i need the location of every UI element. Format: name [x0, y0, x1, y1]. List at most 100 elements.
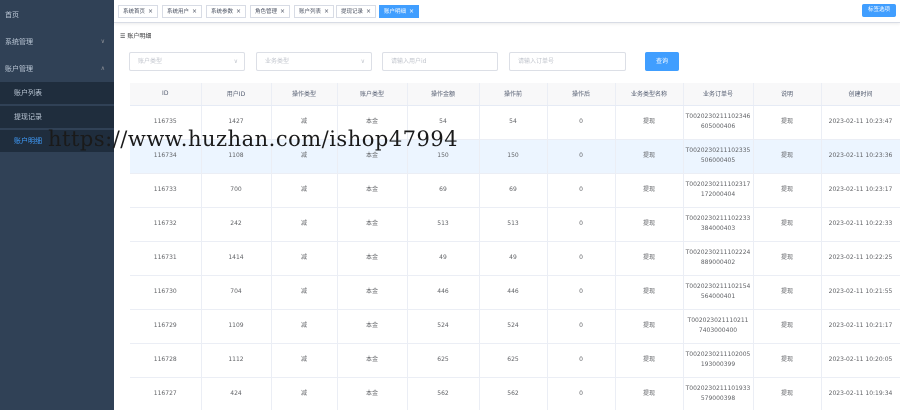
table-cell: 704	[201, 275, 272, 310]
table-cell: 减	[271, 207, 338, 242]
table-cell: 提现	[615, 241, 684, 276]
tab-label: 角色管理	[255, 9, 278, 15]
table-cell: 0	[547, 139, 616, 174]
table-cell: T0020230211102154564000401	[683, 275, 754, 310]
table-cell: 本金	[337, 241, 408, 276]
sidebar-item-home[interactable]: 首页	[0, 4, 114, 26]
tab-system-params[interactable]: 系统参数 ×	[206, 5, 247, 18]
menu-icon: ☰	[120, 33, 126, 40]
table-row[interactable]: 116727 424 减本金 562 562 0 提现 T002023021110193357…	[130, 377, 900, 410]
tab-withdraw-records[interactable]: 提现记录 ×	[336, 5, 377, 18]
close-icon[interactable]: ×	[192, 8, 197, 15]
tab-system-home[interactable]: 系统首页 ×	[118, 5, 159, 18]
order-no-input[interactable]: 请输入订单号	[509, 52, 626, 71]
table-cell: T0020230211102346605000406	[683, 105, 754, 140]
table-cell: 0	[547, 275, 616, 310]
tab-label: 提现记录	[341, 9, 364, 15]
table-cell: 0	[547, 207, 616, 242]
table-cell: 513	[479, 207, 548, 242]
table-cell: 减	[271, 275, 338, 310]
sidebar-item-system[interactable]: 系统管理 ∨	[0, 31, 114, 53]
table-cell: 2023-02-11 10:22:33	[821, 207, 900, 242]
tab-account-list[interactable]: 账户列表 ×	[294, 5, 335, 18]
sidebar-item-withdraw-records[interactable]: 提现记录	[0, 106, 114, 128]
table-cell: 1414	[201, 241, 272, 276]
table-cell: 49	[479, 241, 548, 276]
table-cell: 提现	[615, 105, 684, 140]
chevron-down-icon: ∨	[233, 58, 238, 65]
search-button[interactable]: 查询	[645, 52, 679, 71]
table-cell: T0020230211102335506000405	[683, 139, 754, 174]
select-placeholder: 业务类型	[265, 58, 290, 65]
page-title: 账户明细	[127, 33, 152, 40]
table-cell: 提现	[615, 343, 684, 378]
table-cell: 提现	[753, 139, 822, 174]
table-cell: T0020230211102005193000399	[683, 343, 754, 378]
select-placeholder: 账户类型	[138, 58, 163, 65]
table-row[interactable]: 116735 1427 减本金 54 54 0 提现 T0020230211102346605…	[130, 105, 900, 140]
table-cell: 2023-02-11 10:23:36	[821, 139, 900, 174]
table-cell: 513	[407, 207, 480, 242]
table-cell: 提现	[753, 275, 822, 310]
chevron-down-icon: ∨	[360, 58, 365, 65]
table-row[interactable]: 116728 1112 减本金 625 625 0 提现 T00202302111020051…	[130, 343, 900, 378]
table-cell: 69	[479, 173, 548, 208]
sidebar: 首页 系统管理 ∨ 账户管理 ∧ 账户列表 提现记录 账户明细	[0, 0, 114, 410]
table-cell: 54	[407, 105, 480, 140]
breadcrumb: ☰ 账户明细	[120, 31, 151, 40]
table-cell: 提现	[615, 173, 684, 208]
tab-label: 系统参数	[211, 9, 234, 15]
close-icon[interactable]: ×	[324, 8, 329, 15]
table-row[interactable]: 116733 700 减本金 69 69 0 提现 T00202302111023171720…	[130, 173, 900, 208]
table-cell: 1112	[201, 343, 272, 378]
table-cell: 446	[479, 275, 548, 310]
close-icon[interactable]: ×	[409, 8, 414, 15]
table-cell: 本金	[337, 275, 408, 310]
tag-options-button[interactable]: 标签选项	[862, 4, 896, 17]
table-row[interactable]: 116729 1109 减本金 524 524 0 提现 T002023021110211 7…	[130, 309, 900, 344]
close-icon[interactable]: ×	[236, 8, 241, 15]
account-type-select[interactable]: 账户类型 ∨	[129, 52, 245, 71]
business-type-select[interactable]: 业务类型 ∨	[256, 52, 372, 71]
table-cell: 1427	[201, 105, 272, 140]
tab-role-management[interactable]: 角色管理 ×	[250, 5, 291, 18]
table-row[interactable]: 116731 1414 减本金 49 49 0 提现 T0020230211102224889…	[130, 241, 900, 276]
column-header: 用户ID	[201, 83, 272, 106]
table-cell: 减	[271, 377, 338, 410]
table-row[interactable]: 116734 1108 减本金 150 150 0 提现 T00202302111023355…	[130, 139, 900, 174]
table-cell: 0	[547, 173, 616, 208]
user-id-input[interactable]: 请输入用户id	[382, 52, 498, 71]
table-cell: 2023-02-11 10:23:17	[821, 173, 900, 208]
table-cell: 减	[271, 241, 338, 276]
table-cell: 本金	[337, 377, 408, 410]
table-row[interactable]: 116730 704 减本金 446 446 0 提现 T002023021110215456…	[130, 275, 900, 310]
close-icon[interactable]: ×	[366, 8, 371, 15]
sidebar-item-account-details[interactable]: 账户明细	[0, 130, 114, 152]
table-cell: 减	[271, 105, 338, 140]
close-icon[interactable]: ×	[148, 8, 153, 15]
table-cell: 2023-02-11 10:21:55	[821, 275, 900, 310]
close-icon[interactable]: ×	[280, 8, 285, 15]
table-cell: 1109	[201, 309, 272, 344]
tab-system-users[interactable]: 系统用户 ×	[162, 5, 203, 18]
table-cell: 700	[201, 173, 272, 208]
table-cell: 116731	[130, 241, 202, 276]
table-cell: 0	[547, 105, 616, 140]
tab-account-details[interactable]: 账户明细 ×	[379, 5, 420, 18]
table-cell: 1108	[201, 139, 272, 174]
column-header: 操作金额	[407, 83, 480, 106]
table-cell: 减	[271, 139, 338, 174]
table-row[interactable]: 116732 242 减本金 513 513 0 提现 T002023021110223338…	[130, 207, 900, 242]
table-cell: 625	[407, 343, 480, 378]
table-cell: 116734	[130, 139, 202, 174]
sidebar-item-account-list[interactable]: 账户列表	[0, 82, 114, 104]
sidebar-item-account[interactable]: 账户管理 ∧	[0, 58, 114, 80]
table-cell: 本金	[337, 309, 408, 344]
table-cell: 提现	[615, 275, 684, 310]
tab-label: 账户列表	[299, 9, 322, 15]
table-cell: 提现	[753, 173, 822, 208]
table-cell: 2023-02-11 10:19:34	[821, 377, 900, 410]
table-cell: 本金	[337, 207, 408, 242]
column-header: ID	[130, 83, 202, 106]
tab-label: 账户明细	[384, 9, 407, 15]
